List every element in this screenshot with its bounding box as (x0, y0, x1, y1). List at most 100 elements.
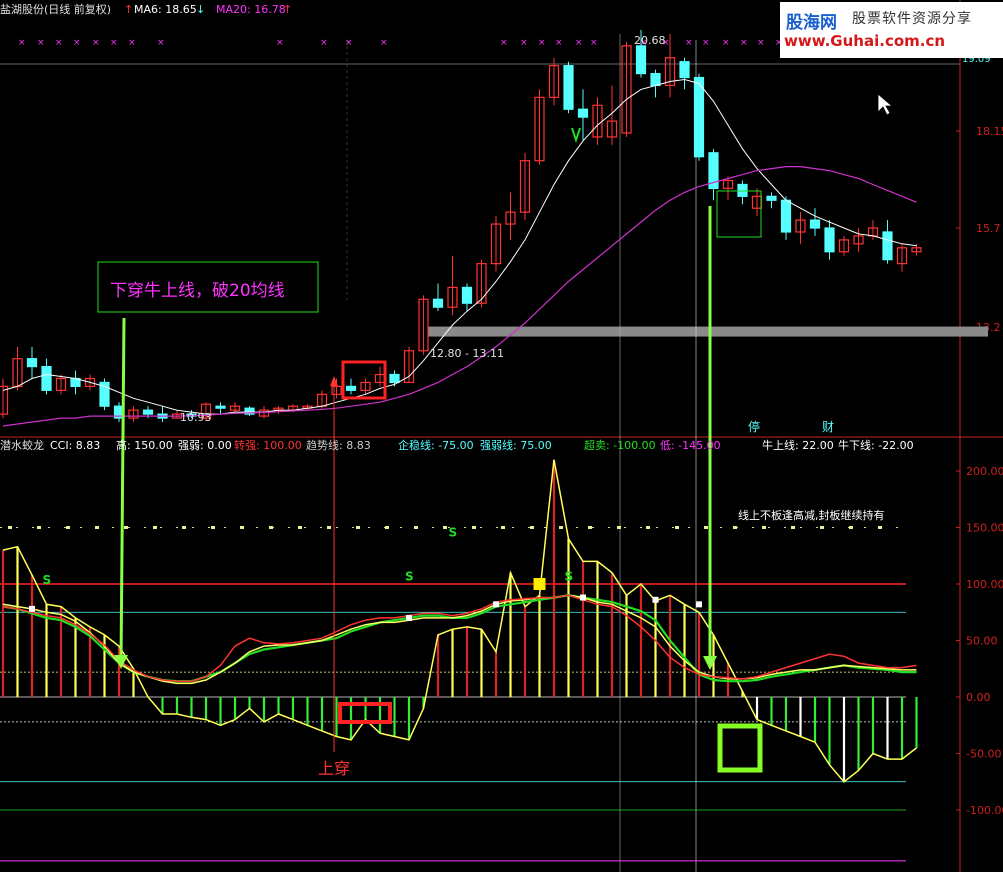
sell-signal-label: S (405, 570, 414, 584)
candle-body (563, 65, 574, 110)
top-marker: × (92, 38, 100, 48)
top-marker: × (722, 38, 730, 48)
top-marker: × (18, 38, 26, 48)
level-marker (385, 526, 389, 529)
signal-marker (580, 594, 586, 601)
sell-signal-label: S (449, 526, 458, 540)
top-marker: × (345, 38, 353, 48)
top-marker: × (538, 38, 546, 48)
watermark-brand: 股海网 (786, 13, 837, 33)
signal-marker (652, 596, 659, 603)
cci-tick-label: 50.00 (966, 635, 998, 648)
top-marker: × (500, 38, 508, 48)
top-marker: × (55, 38, 63, 48)
candle-body (345, 385, 357, 391)
qiangruoxian-label: 强弱线: 75.00 (480, 438, 552, 452)
candle-body (824, 227, 835, 253)
cci-tick-label: 0.00 (966, 691, 991, 704)
candle-body (635, 45, 647, 75)
watermark-url: www.Guhai.com.cn (784, 32, 946, 50)
support-band (428, 326, 988, 337)
candle-body (577, 108, 589, 118)
candle-body (766, 195, 777, 201)
level-marker (124, 526, 128, 529)
strategy-note: 线上不板逢高减,封板继续持有 (738, 508, 885, 522)
ma20-arrow-icon: ↑ (283, 3, 292, 16)
top-marker: × (555, 38, 563, 48)
high-price-label: 20.68 (634, 34, 666, 47)
signal-marker (493, 601, 499, 608)
stock-chart: ××××××××××××××××××××××××××××××××××18.151… (0, 0, 1003, 872)
candle-body (461, 286, 473, 304)
top-marker: × (740, 38, 748, 48)
watermark-slogan: 股票软件资源分享 (852, 11, 972, 27)
level-marker (588, 526, 592, 529)
level-marker (617, 526, 621, 529)
level-marker (327, 526, 331, 529)
level-marker (791, 526, 795, 529)
qushixian-label: 趋势线: 8.83 (306, 438, 371, 452)
top-marker: × (757, 38, 765, 48)
level-marker (878, 526, 882, 529)
level-marker (37, 526, 41, 529)
callout-text: 下穿牛上线，破20均线 (110, 281, 285, 301)
candle-body (882, 231, 893, 261)
level-marker (66, 526, 70, 529)
top-marker: × (702, 38, 710, 48)
event-halt: 停 (748, 419, 760, 434)
ma20-label: MA20: 16.78 (216, 3, 286, 16)
level-marker (849, 526, 853, 529)
top-marker: × (520, 38, 528, 48)
level-marker (501, 526, 505, 529)
level-marker (820, 526, 824, 529)
cci-tick-label: -100.00 (966, 804, 1003, 817)
stock-title: 盐湖股份(日线 前复权) (0, 2, 111, 16)
di-label: 低: -145.00 (660, 439, 721, 452)
level-marker (8, 526, 12, 529)
niuxia-label: 牛下线: -22.00 (838, 438, 914, 452)
candle-body (737, 183, 748, 197)
top-marker: × (590, 38, 598, 48)
top-marker: × (110, 38, 118, 48)
ma6-arrow-icon: ↓ (196, 3, 205, 16)
level-marker (414, 526, 418, 529)
cci-label: CCI: 8.83 (50, 439, 100, 452)
signal-marker (29, 605, 35, 612)
level-marker (472, 526, 476, 529)
top-marker: × (276, 38, 284, 48)
signal-marker (696, 601, 702, 608)
signal-marker (533, 578, 546, 590)
level-marker (762, 526, 766, 529)
band-label: 12.80 - 13.11 (430, 347, 504, 360)
level-marker (269, 526, 273, 529)
level-marker (443, 526, 447, 529)
level-marker (704, 526, 708, 529)
top-marker: × (685, 38, 693, 48)
price-tick-label: 15.7 (976, 222, 1001, 235)
candle-body (432, 298, 444, 308)
cci-tick-label: -50.00 (966, 748, 1001, 761)
top-marker: × (157, 38, 165, 48)
candle-body (389, 373, 400, 384)
level-marker (95, 526, 99, 529)
level-marker (211, 526, 215, 529)
level-marker (298, 526, 302, 529)
candle-body (41, 365, 52, 391)
zhuanqiang-label: 转强: 100.00 (234, 438, 302, 452)
qiangruo-label: 强弱: 0.00 (178, 439, 232, 452)
ma6-icon: ↑ (124, 3, 133, 16)
candle-body (780, 199, 792, 233)
chaomai-label: 超卖: -100.00 (584, 438, 656, 452)
level-marker (530, 526, 534, 529)
watermark-logo: 股海网 股票软件资源分享 www.Guhai.com.cn (780, 2, 1003, 58)
indicator-name: 潜水蛟龙 (0, 438, 44, 452)
candle-body (693, 76, 705, 158)
candle-body (215, 405, 226, 409)
top-marker: × (320, 38, 328, 48)
level-marker (153, 526, 157, 529)
top-marker: × (128, 38, 136, 48)
candle-body (809, 219, 821, 229)
level-marker (559, 526, 563, 529)
level-marker (356, 526, 360, 529)
top-marker: × (380, 38, 388, 48)
